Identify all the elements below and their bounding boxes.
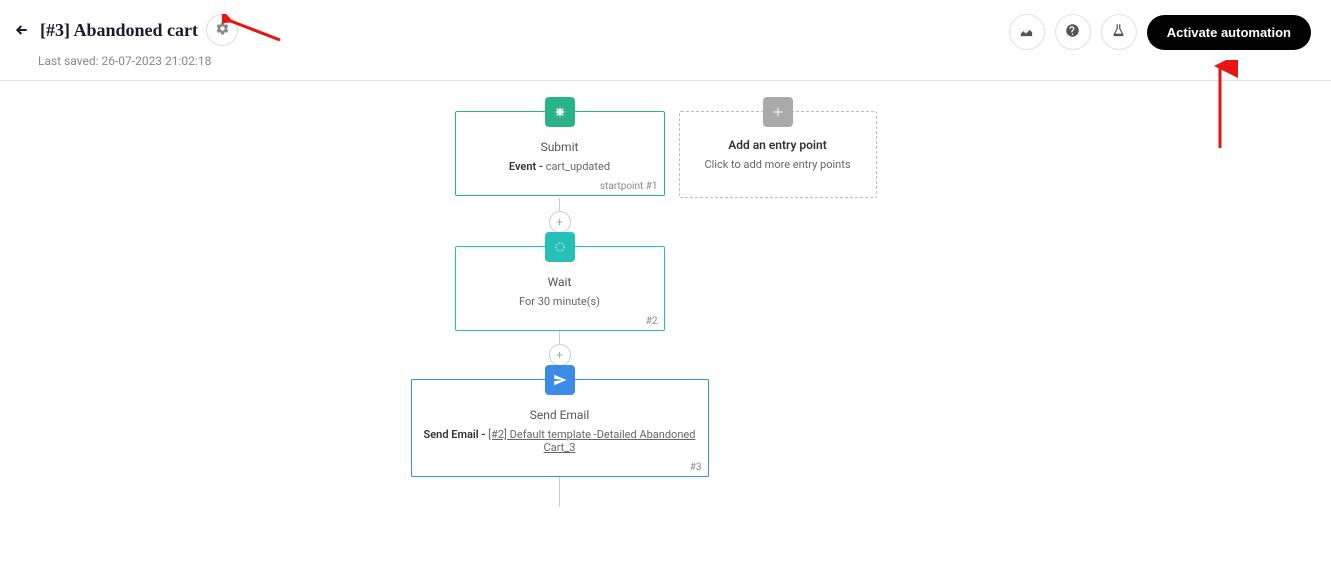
node-submit-value: cart_updated <box>546 160 610 173</box>
page-title: [#3] Abandoned cart <box>40 20 198 41</box>
node-entry-title: Add an entry point <box>690 138 866 152</box>
node-submit-title: Submit <box>466 140 654 154</box>
help-icon <box>1065 23 1080 41</box>
node-email-tag: #3 <box>690 462 702 473</box>
header-right: Activate automation <box>1009 14 1311 50</box>
node-email-title: Send Email <box>422 408 698 422</box>
add-step-button-2[interactable]: + <box>549 344 571 366</box>
node-send-email[interactable]: Send Email Send Email - [#2] Default tem… <box>411 379 709 477</box>
test-button[interactable] <box>1101 14 1137 50</box>
send-icon <box>545 365 575 395</box>
spinner-icon <box>545 232 575 262</box>
node-submit[interactable]: Submit Event - cart_updated startpoint #… <box>455 111 665 196</box>
gear-icon <box>215 21 230 39</box>
chart-icon <box>1019 23 1034 41</box>
last-saved-text: Last saved: 26-07-2023 21:02:18 <box>38 54 238 68</box>
node-wait[interactable]: Wait For 30 minute(s) #2 <box>455 246 665 331</box>
add-step-button-1[interactable]: + <box>549 211 571 233</box>
flask-icon <box>1111 23 1126 41</box>
node-add-entry[interactable]: Add an entry point Click to add more ent… <box>679 111 877 198</box>
plus-icon <box>763 97 793 127</box>
node-email-value: [#2] Default template -Detailed Abandone… <box>488 428 695 454</box>
help-button[interactable] <box>1055 14 1091 50</box>
connector-3 <box>559 477 560 507</box>
stats-button[interactable] <box>1009 14 1045 50</box>
flow-container: Submit Event - cart_updated startpoint #… <box>0 81 1331 561</box>
settings-button[interactable] <box>206 14 238 46</box>
entry-row: Submit Event - cart_updated startpoint #… <box>455 111 877 198</box>
node-email-prefix: Send Email - <box>424 428 489 441</box>
node-submit-tag: startpoint #1 <box>600 181 658 192</box>
header-left: [#3] Abandoned cart Last saved: 26-07-20… <box>12 14 238 68</box>
asterisk-icon <box>545 97 575 127</box>
node-email-sub: Send Email - [#2] Default template -Deta… <box>422 428 698 454</box>
node-submit-prefix: Event - <box>509 160 546 173</box>
node-wait-tag: #2 <box>646 316 658 327</box>
workflow-canvas[interactable]: Submit Event - cart_updated startpoint #… <box>0 81 1331 561</box>
node-wait-sub: For 30 minute(s) <box>466 295 654 308</box>
activate-automation-button[interactable]: Activate automation <box>1147 15 1311 50</box>
node-entry-sub: Click to add more entry points <box>690 158 866 171</box>
title-row: [#3] Abandoned cart <box>12 14 238 46</box>
header-bar: [#3] Abandoned cart Last saved: 26-07-20… <box>0 0 1331 81</box>
back-arrow-icon[interactable] <box>12 20 32 40</box>
node-wait-title: Wait <box>466 275 654 289</box>
node-submit-sub: Event - cart_updated <box>466 160 654 173</box>
